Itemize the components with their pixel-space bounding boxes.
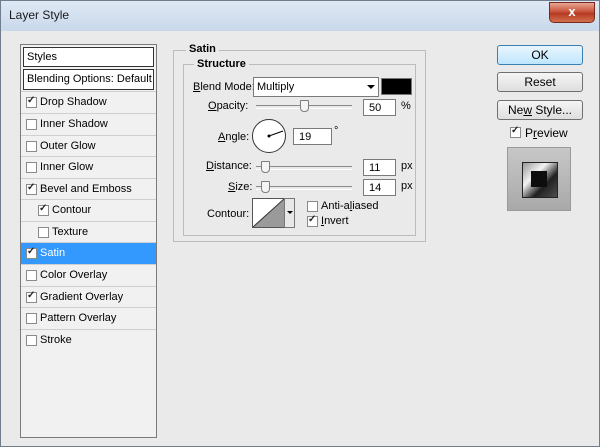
style-item-label: Gradient Overlay: [40, 291, 124, 303]
size-slider-thumb[interactable]: [261, 181, 270, 193]
distance-slider[interactable]: [256, 166, 352, 170]
style-item-inner-glow[interactable]: Inner Glow: [21, 156, 156, 178]
distance-slider-thumb[interactable]: [261, 161, 270, 173]
ok-button[interactable]: OK: [497, 45, 583, 65]
style-item-label: Inner Glow: [40, 161, 94, 173]
size-input[interactable]: 14: [363, 179, 396, 196]
contour-picker[interactable]: [252, 198, 285, 228]
invert-checkbox[interactable]: [307, 214, 318, 227]
style-item-color-overlay[interactable]: Color Overlay: [21, 264, 156, 286]
structure-group-title: Structure: [194, 58, 249, 70]
style-item-outer-glow[interactable]: Outer Glow: [21, 135, 156, 157]
angle-dial[interactable]: [252, 119, 286, 153]
angle-value: 19: [299, 131, 312, 143]
styles-list: Styles Blending Options: Default Drop Sh…: [20, 44, 157, 438]
style-item-label: Bevel and Emboss: [40, 183, 132, 195]
chevron-down-icon: [287, 211, 293, 214]
distance-label: Distance:: [206, 160, 252, 172]
preview-checkbox[interactable]: [510, 125, 521, 138]
texture-checkbox[interactable]: [38, 227, 49, 238]
window-title: Layer Style: [9, 8, 70, 22]
close-icon: x: [568, 4, 576, 19]
gradient-overlay-checkbox[interactable]: [26, 290, 37, 303]
close-button[interactable]: x: [549, 2, 595, 23]
angle-unit: °: [334, 125, 339, 137]
style-item-satin[interactable]: Satin: [21, 242, 156, 264]
satin-color-swatch[interactable]: [381, 78, 412, 95]
style-preview-thumbnail: [507, 147, 571, 211]
style-item-drop-shadow[interactable]: Drop Shadow: [21, 91, 156, 113]
preview-image: [522, 162, 558, 198]
anti-aliased-label: Anti-aliased: [321, 200, 379, 212]
style-item-label: Outer Glow: [40, 140, 96, 152]
style-item-stroke[interactable]: Stroke: [21, 329, 156, 351]
blend-mode-label: Blend Mode:: [193, 81, 255, 93]
contour-label: Contour:: [207, 208, 250, 220]
bevel-and-emboss-checkbox[interactable]: [26, 182, 37, 195]
anti-aliased-checkbox[interactable]: [307, 201, 318, 212]
style-item-contour[interactable]: Contour: [21, 199, 156, 221]
angle-input[interactable]: 19: [293, 128, 332, 145]
blending-options-label: Blending Options: Default: [27, 73, 152, 85]
drop-shadow-checkbox[interactable]: [26, 95, 37, 108]
blend-mode-select[interactable]: Multiply: [253, 77, 379, 97]
distance-unit: px: [401, 160, 413, 172]
contour-checkbox[interactable]: [38, 203, 49, 216]
preview-label: Preview: [525, 126, 568, 140]
stroke-checkbox[interactable]: [26, 335, 37, 346]
color-overlay-checkbox[interactable]: [26, 270, 37, 281]
chevron-down-icon: [367, 85, 375, 89]
angle-needle-icon: [267, 130, 284, 138]
style-item-label: Pattern Overlay: [40, 312, 117, 324]
size-label: Size:: [228, 181, 253, 193]
style-item-label: Drop Shadow: [40, 96, 107, 108]
style-item-gradient-overlay[interactable]: Gradient Overlay: [21, 286, 156, 308]
opacity-label: Opacity:: [208, 100, 249, 112]
outer-glow-checkbox[interactable]: [26, 141, 37, 152]
layer-style-dialog: Layer Style x Styles Blending Options: D…: [0, 0, 600, 447]
opacity-input[interactable]: 50: [363, 99, 396, 116]
style-item-bevel-and-emboss[interactable]: Bevel and Emboss: [21, 178, 156, 200]
size-value: 14: [369, 182, 382, 194]
angle-label: Angle:: [218, 131, 250, 143]
style-item-label: Satin: [40, 247, 66, 259]
inner-glow-checkbox[interactable]: [26, 162, 37, 173]
inner-shadow-checkbox[interactable]: [26, 119, 37, 130]
new-style-button[interactable]: New Style...: [497, 100, 583, 120]
style-item-pattern-overlay[interactable]: Pattern Overlay: [21, 307, 156, 329]
opacity-value: 50: [369, 102, 382, 114]
pattern-overlay-checkbox[interactable]: [26, 313, 37, 324]
size-unit: px: [401, 180, 413, 192]
style-item-label: Inner Shadow: [40, 118, 108, 130]
opacity-slider-thumb[interactable]: [300, 100, 309, 112]
style-item-label: Color Overlay: [40, 269, 108, 281]
opacity-unit: %: [401, 100, 411, 112]
title-bar: Layer Style x: [1, 1, 599, 31]
style-item-label: Contour: [52, 204, 92, 216]
style-item-label: Stroke: [40, 334, 72, 346]
size-slider[interactable]: [256, 186, 352, 190]
contour-dropdown-button[interactable]: [284, 198, 295, 228]
distance-value: 11: [369, 162, 381, 174]
blending-options-item[interactable]: Blending Options: Default: [23, 69, 154, 90]
distance-input[interactable]: 11: [363, 159, 396, 176]
reset-button[interactable]: Reset: [497, 72, 583, 92]
blend-mode-value: Multiply: [257, 81, 295, 93]
satin-section-title: Satin: [186, 43, 219, 55]
styles-header[interactable]: Styles: [23, 47, 154, 67]
contour-curve-icon: [252, 198, 285, 228]
style-item-inner-shadow[interactable]: Inner Shadow: [21, 113, 156, 135]
style-item-texture[interactable]: Texture: [21, 221, 156, 243]
styles-header-label: Styles: [27, 51, 57, 63]
style-item-label: Texture: [52, 226, 89, 238]
satin-checkbox[interactable]: [26, 246, 37, 259]
invert-label: Invert: [321, 215, 349, 227]
